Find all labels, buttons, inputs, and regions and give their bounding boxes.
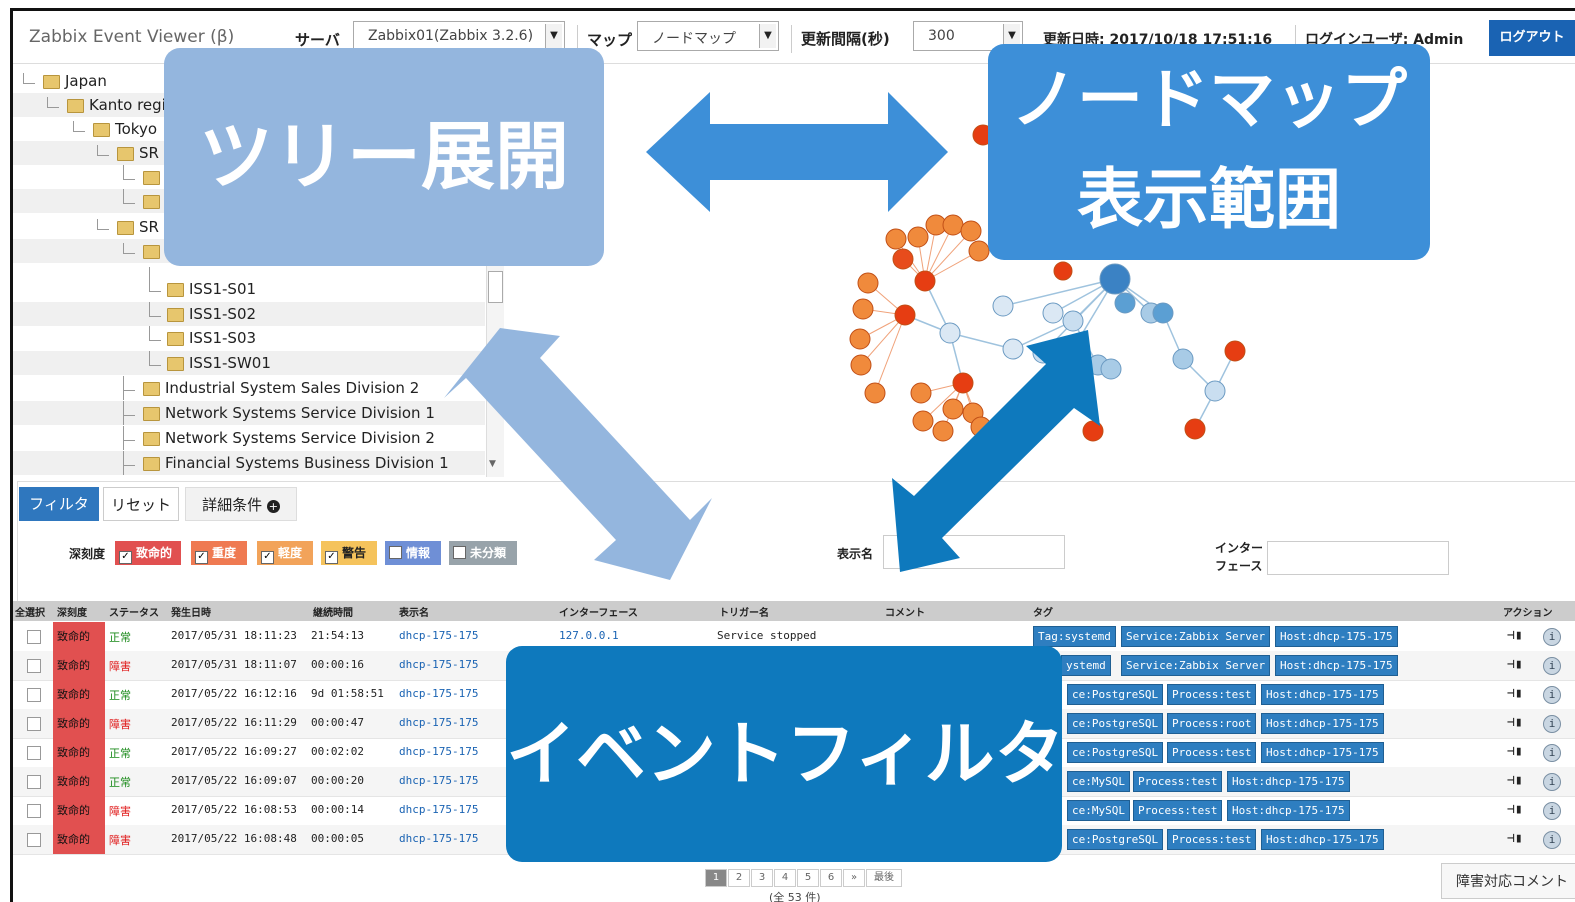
nodemap-callout: ノードマップ 表示範囲 — [988, 44, 1430, 260]
double-arrow-icon — [444, 328, 712, 580]
event-filter-callout: イベントフィルタ — [506, 646, 1065, 862]
double-arrow-icon — [892, 330, 1100, 572]
nodemap-callout-line1: ノードマップ — [1011, 61, 1407, 138]
nodemap-callout-line2: 表示範囲 — [1077, 161, 1341, 238]
tree-callout: ツリー展開 — [164, 48, 604, 266]
double-arrow-icon — [646, 92, 948, 212]
